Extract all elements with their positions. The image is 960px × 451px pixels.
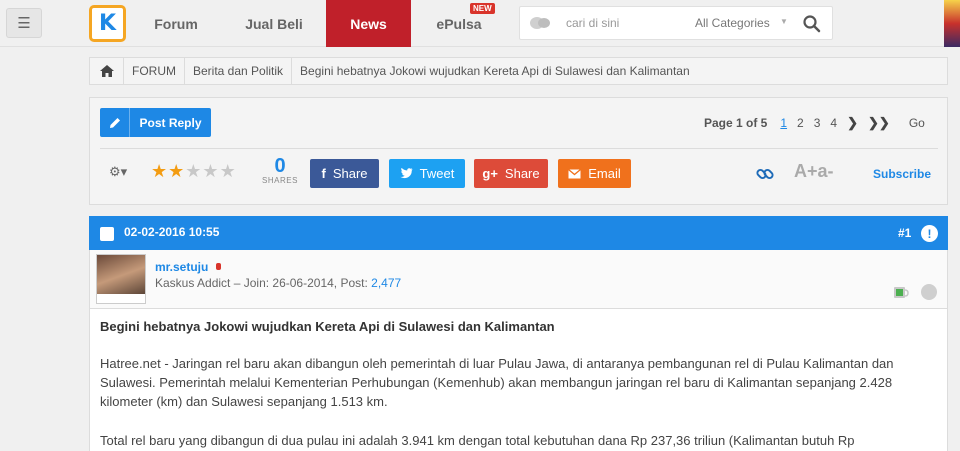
chevron-down-icon: ▼: [780, 17, 788, 26]
link-icon[interactable]: [755, 164, 775, 184]
report-alert-icon[interactable]: !: [921, 225, 938, 242]
emoticon-icon[interactable]: [921, 284, 937, 300]
nav-jual-beli[interactable]: Jual Beli: [222, 0, 326, 47]
gear-icon[interactable]: ⚙▾: [109, 164, 127, 180]
email-share-label: Email: [588, 166, 621, 181]
next-page-icon[interactable]: ❯: [847, 115, 858, 131]
nav-news[interactable]: News: [326, 0, 411, 47]
share-count: 0: [274, 155, 286, 177]
email-share-button[interactable]: Email: [558, 159, 631, 188]
breadcrumb-thread: Begini hebatnya Jokowi wujudkan Kereta A…: [300, 64, 690, 78]
post-author: mr.setuju Kaskus Addict – Join: 26-06-20…: [89, 250, 948, 309]
envelope-icon: [568, 168, 582, 178]
username[interactable]: mr.setuju: [155, 260, 208, 274]
new-badge: NEW: [470, 3, 495, 14]
subscribe-button[interactable]: Subscribe: [873, 167, 931, 181]
ad-thumbnail[interactable]: [944, 0, 960, 47]
post-reply-button[interactable]: Post Reply: [100, 108, 211, 137]
breadcrumb: FORUM Berita dan Politik Begini hebatnya…: [89, 57, 948, 85]
page-1[interactable]: 1: [780, 116, 787, 130]
breadcrumb-category[interactable]: Berita dan Politik: [185, 58, 293, 84]
post-date: 02-02-2016 10:55: [124, 225, 220, 239]
page-4[interactable]: 4: [830, 116, 837, 130]
post-paragraph: Hatree.net - Jaringan rel baru akan diba…: [100, 356, 894, 409]
user-rank: Kaskus Addict: [155, 276, 231, 290]
page-indicator: Page 1 of 5: [704, 116, 768, 130]
post-content: Begini hebatnya Jokowi wujudkan Kereta A…: [89, 309, 948, 451]
offline-status-icon: [216, 263, 221, 270]
user-meta: Kaskus Addict – Join: 26-06-2014, Post: …: [155, 276, 401, 290]
category-select[interactable]: All Categories: [695, 16, 770, 30]
breadcrumb-home[interactable]: [90, 58, 124, 84]
page-3[interactable]: 3: [814, 116, 821, 130]
avatar-caption: [97, 294, 145, 303]
post-paragraph: Total rel baru yang dibangun di dua pula…: [100, 433, 855, 448]
star-icon[interactable]: ★: [168, 161, 185, 182]
hamburger-menu-button[interactable]: ☰: [6, 8, 42, 38]
meta-separator: –: [233, 276, 244, 290]
post-select-checkbox[interactable]: [100, 227, 114, 241]
pagination: Page 1 of 5 1 2 3 4 ❯ ❯❯ Go: [704, 115, 925, 131]
post-header: 02-02-2016 10:55 #1 !: [89, 216, 948, 250]
pencil-icon: [100, 108, 130, 137]
twitter-tweet-label: Tweet: [419, 166, 455, 181]
facebook-icon: f: [321, 166, 326, 181]
logo-text: K: [98, 10, 117, 36]
star-icon[interactable]: ★: [151, 161, 168, 182]
font-size-toggle[interactable]: A+a-: [794, 161, 834, 182]
star-icon[interactable]: ★: [202, 161, 219, 182]
page-2[interactable]: 2: [797, 116, 804, 130]
star-icon[interactable]: ★: [220, 161, 237, 182]
thread-toolbar: Post Reply Page 1 of 5 1 2 3 4 ❯ ❯❯ Go ⚙…: [89, 97, 948, 205]
breadcrumb-forum[interactable]: FORUM: [124, 58, 185, 84]
google-plus-share-button[interactable]: g+ Share: [474, 159, 548, 188]
rating-stars[interactable]: ★★★★★: [151, 161, 237, 182]
home-icon: [99, 65, 114, 77]
chat-bubble-icon: [530, 17, 550, 29]
avatar[interactable]: [96, 254, 146, 304]
kaskus-logo[interactable]: K: [89, 5, 126, 42]
cendol-cup-icon[interactable]: [893, 285, 909, 299]
twitter-icon: [399, 168, 413, 179]
post-count[interactable]: 2,477: [371, 276, 401, 290]
twitter-tweet-button[interactable]: Tweet: [389, 159, 465, 188]
google-plus-share-label: Share: [504, 166, 540, 181]
post-title: Begini hebatnya Jokowi wujudkan Kereta A…: [100, 319, 555, 334]
search-input[interactable]: [566, 13, 686, 33]
post-reply-label: Post Reply: [139, 115, 202, 130]
last-page-icon[interactable]: ❯❯: [868, 115, 890, 131]
join-info: Join: 26-06-2014, Post:: [243, 276, 368, 290]
google-plus-icon: g+: [482, 166, 498, 181]
share-label: SHARES: [262, 176, 298, 185]
nav-forum[interactable]: Forum: [130, 0, 222, 47]
top-navbar: ☰ K Forum Jual Beli News ePulsa NEW All …: [0, 0, 960, 47]
post-number[interactable]: #1: [898, 226, 911, 240]
facebook-share-button[interactable]: f Share: [310, 159, 379, 188]
go-button[interactable]: Go: [909, 116, 925, 130]
divider: [100, 148, 938, 149]
facebook-share-label: Share: [332, 166, 368, 181]
menu-icon: ☰: [17, 15, 31, 32]
share-counter: 0 SHARES: [260, 156, 300, 185]
search-bar: All Categories ▼: [519, 6, 833, 40]
search-icon[interactable]: [802, 14, 822, 34]
star-icon[interactable]: ★: [185, 161, 202, 182]
